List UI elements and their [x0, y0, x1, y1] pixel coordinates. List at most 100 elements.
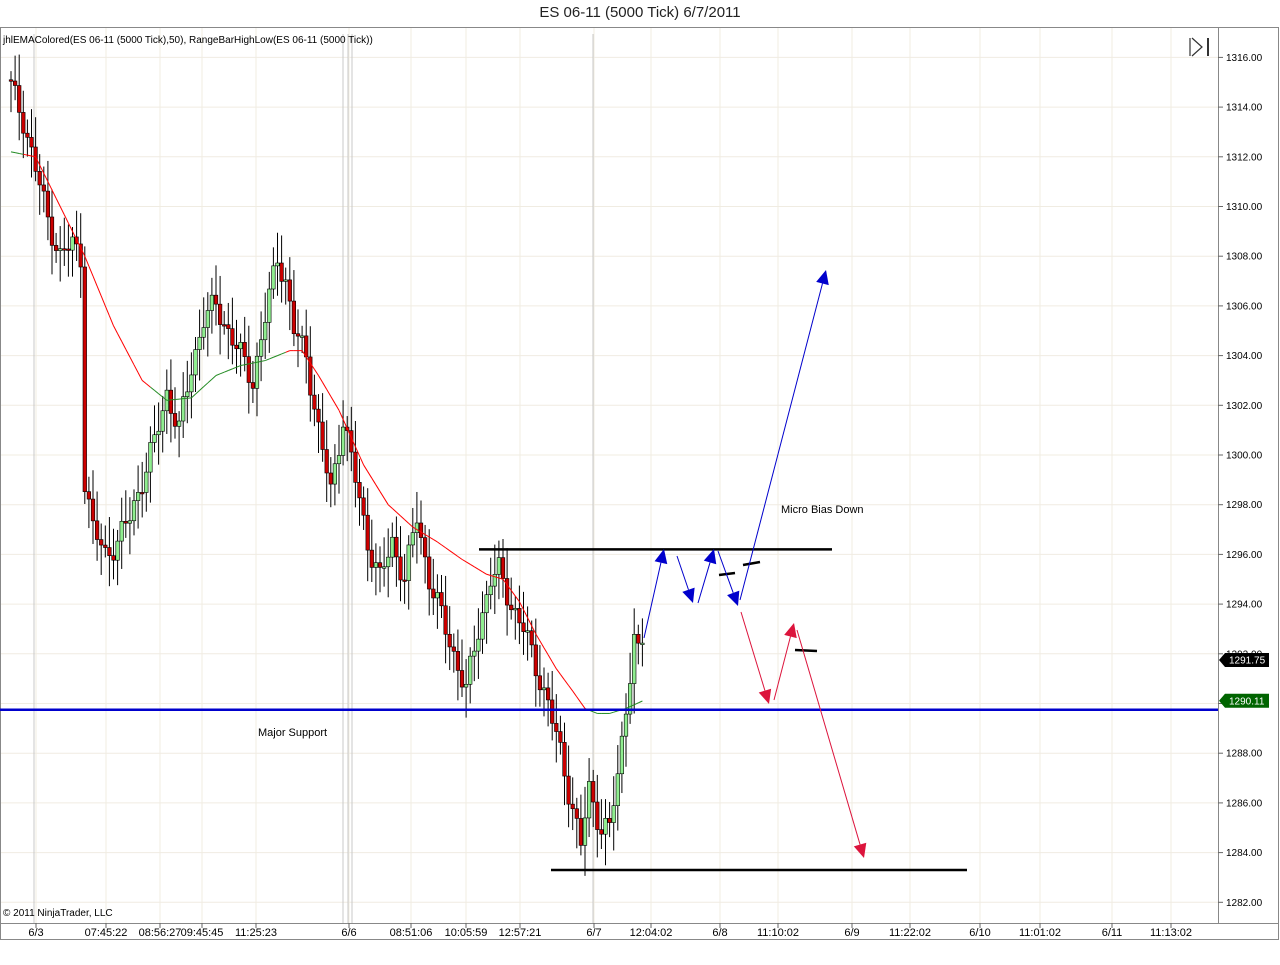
- candle-body: [439, 592, 444, 607]
- x-tick-label: 12:57:21: [499, 927, 542, 939]
- candle-body: [197, 336, 202, 350]
- candle-body: [111, 555, 116, 561]
- x-tick-label: 6/8: [712, 927, 727, 939]
- candle-body: [140, 492, 145, 495]
- candle-body: [254, 355, 260, 389]
- candle-body: [332, 463, 338, 485]
- candle-body: [459, 670, 465, 688]
- candle-body: [152, 434, 157, 443]
- candle-body: [324, 449, 329, 474]
- candle-body: [636, 634, 641, 644]
- price-chart[interactable]: 1282.001284.001286.001288.001290.001292.…: [0, 0, 1280, 965]
- candle-body: [427, 556, 432, 590]
- candle-body: [632, 634, 637, 684]
- candle-body: [172, 413, 178, 427]
- x-tick-label: 6/3: [28, 927, 43, 939]
- candle-body: [222, 324, 227, 327]
- candle-body: [369, 549, 374, 568]
- y-tick-label: 1284.00: [1226, 848, 1263, 859]
- candle-body: [136, 492, 141, 501]
- y-tick-label: 1288.00: [1226, 749, 1263, 760]
- x-tick-label: 08:56:27: [139, 927, 182, 939]
- y-tick-label: 1308.00: [1226, 252, 1263, 263]
- candle-body: [545, 687, 551, 701]
- candle-body: [279, 262, 284, 282]
- y-tick-label: 1316.00: [1226, 53, 1263, 64]
- candle-body: [472, 650, 477, 657]
- candle-body: [246, 356, 251, 383]
- candle-body: [500, 557, 506, 579]
- candle-body: [443, 605, 448, 635]
- candle-body: [8, 79, 14, 82]
- candle-body: [234, 344, 239, 350]
- candle-body: [554, 723, 559, 732]
- last-price-label: 1291.75: [1229, 656, 1266, 667]
- candle-body: [242, 342, 247, 357]
- candle-body: [127, 520, 133, 524]
- candle-body: [451, 646, 456, 652]
- y-tick-label: 1286.00: [1226, 798, 1263, 809]
- chart-frame: [0, 27, 1219, 924]
- x-tick-label: 6/11: [1102, 927, 1123, 939]
- x-tick-label: 6/6: [341, 927, 356, 939]
- candle-body: [463, 683, 469, 688]
- candle-body: [131, 500, 137, 522]
- x-tick-label: 11:13:02: [1150, 927, 1192, 939]
- candle-body: [103, 544, 108, 548]
- candle-body: [41, 184, 46, 192]
- candle-body: [558, 731, 563, 743]
- candle-body: [435, 592, 440, 599]
- candle-body: [390, 536, 395, 558]
- candle-body: [468, 655, 473, 685]
- micro-bias-annotation: Micro Bias Down: [781, 504, 864, 516]
- candle-body: [189, 374, 194, 393]
- candle-body: [595, 801, 600, 830]
- candle-body: [58, 248, 63, 251]
- candle-body: [529, 630, 534, 646]
- candle-body: [320, 421, 325, 450]
- candle-body: [304, 335, 309, 358]
- candle-body: [533, 644, 538, 677]
- x-tick-label: 12:04:02: [630, 927, 673, 939]
- candle-body: [607, 818, 612, 823]
- y-tick-label: 1306.00: [1226, 301, 1263, 312]
- candle-body: [480, 612, 485, 640]
- candle-body: [574, 808, 579, 819]
- candle-body: [62, 248, 67, 251]
- candle-body: [53, 245, 59, 251]
- candle-body: [156, 430, 161, 436]
- candle-body: [177, 420, 182, 427]
- candle-body: [275, 262, 280, 267]
- candle-body: [90, 498, 96, 522]
- candle-body: [550, 699, 555, 724]
- candle-body: [168, 389, 174, 414]
- candle-body: [148, 442, 153, 473]
- candle-body: [365, 514, 370, 551]
- candle-body: [45, 190, 50, 218]
- candle-body: [431, 588, 436, 599]
- candle-body: [70, 236, 75, 251]
- y-tick-label: 1314.00: [1226, 103, 1263, 114]
- tick-mark: [794, 648, 818, 653]
- candle-body: [353, 451, 358, 483]
- candle-body: [82, 266, 87, 492]
- candle-body: [509, 604, 514, 611]
- y-tick-label: 1294.00: [1226, 600, 1263, 611]
- candle-body: [115, 540, 120, 561]
- candle-body: [619, 735, 624, 775]
- candle-body: [295, 333, 301, 337]
- candle-body: [283, 279, 288, 282]
- y-tick-label: 1298.00: [1226, 500, 1263, 511]
- candle-body: [316, 408, 321, 423]
- candle-body: [586, 781, 592, 819]
- candle-body: [271, 265, 276, 290]
- candle-body: [13, 80, 18, 86]
- candle-body: [336, 455, 342, 465]
- level-price-tag: 1290.11: [1219, 693, 1269, 708]
- candle-body: [181, 396, 186, 422]
- candle-body: [29, 137, 34, 148]
- candle-body: [603, 818, 608, 835]
- candle-body: [299, 335, 305, 338]
- x-tick-label: 6/9: [844, 927, 859, 939]
- candle-body: [591, 781, 596, 803]
